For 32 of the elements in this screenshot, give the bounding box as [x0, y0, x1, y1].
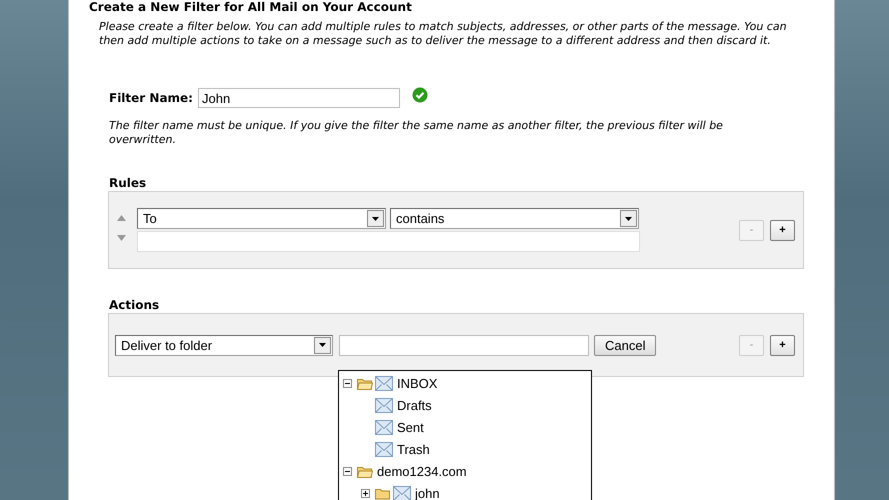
folder-label[interactable]: demo1234.com [377, 464, 467, 478]
folder-icon [375, 486, 391, 500]
folder-label[interactable]: Drafts [397, 398, 432, 412]
actions-heading: Actions [109, 298, 160, 312]
collapse-icon[interactable] [343, 466, 352, 476]
folder-label[interactable]: john [415, 486, 440, 500]
collapse-icon[interactable] [343, 378, 352, 388]
envelope-icon [375, 420, 393, 434]
folder-field[interactable] [339, 334, 589, 356]
folder-icon [357, 464, 373, 478]
folder-label[interactable]: Sent [397, 420, 424, 434]
envelope-icon [375, 376, 393, 390]
action-select[interactable]: Deliver to folder [115, 334, 333, 356]
envelope-icon [375, 442, 393, 456]
add-action-button[interactable]: + [770, 334, 795, 356]
add-rule-button[interactable]: + [770, 220, 795, 240]
folder-label[interactable]: Trash [397, 442, 430, 456]
filter-name-label: Filter Name: [109, 91, 193, 105]
folder-label[interactable]: INBOX [397, 376, 438, 390]
envelope-icon [393, 486, 411, 500]
filter-hint-text: The filter name must be unique. If you give the filter the same name as another filter, the previous filter will be overwritten. [109, 119, 724, 147]
cancel-button[interactable]: Cancel [594, 334, 656, 356]
rules-heading: Rules [109, 176, 148, 190]
intro-text: Please create a filter below. You can add multiple rules to match subjects, addresses, or other parts of the message. You can then add multiple actions to take on a message such as to deliver the message to a different address and then discard it. [99, 20, 788, 48]
rule-value-field[interactable] [137, 231, 640, 252]
folder-icon [357, 376, 373, 390]
operator-select[interactable]: contains [390, 208, 639, 229]
field-select[interactable]: To [137, 208, 386, 229]
expand-icon[interactable] [361, 488, 370, 498]
page-title: Create a New Filter for All Mail on Your Account [89, 0, 413, 14]
filter-name-field[interactable]: John [198, 88, 400, 108]
envelope-icon [375, 398, 393, 412]
